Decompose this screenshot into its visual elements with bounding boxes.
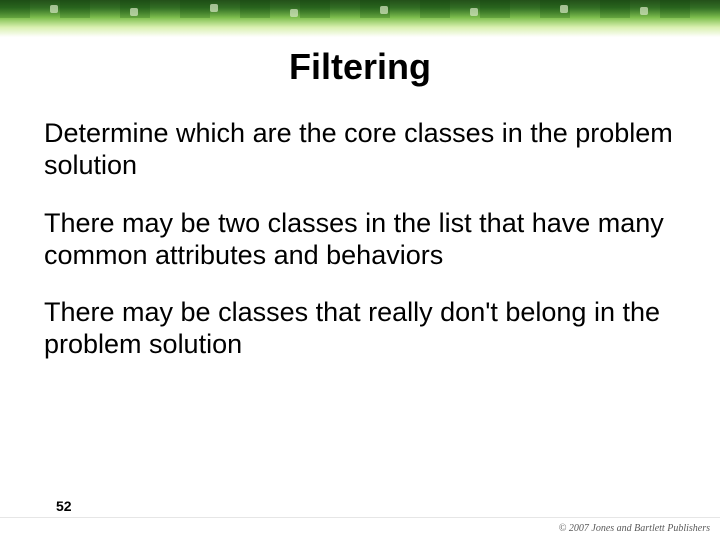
footer-divider — [0, 517, 720, 518]
page-number: 52 — [56, 498, 72, 514]
slide-title: Filtering — [0, 46, 720, 88]
paragraph: Determine which are the core classes in … — [44, 118, 676, 182]
slide-body: Determine which are the core classes in … — [0, 88, 720, 361]
paragraph: There may be classes that really don't b… — [44, 297, 676, 361]
copyright-text: © 2007 Jones and Bartlett Publishers — [559, 523, 710, 534]
paragraph: There may be two classes in the list tha… — [44, 208, 676, 272]
decorative-banner — [0, 0, 720, 44]
